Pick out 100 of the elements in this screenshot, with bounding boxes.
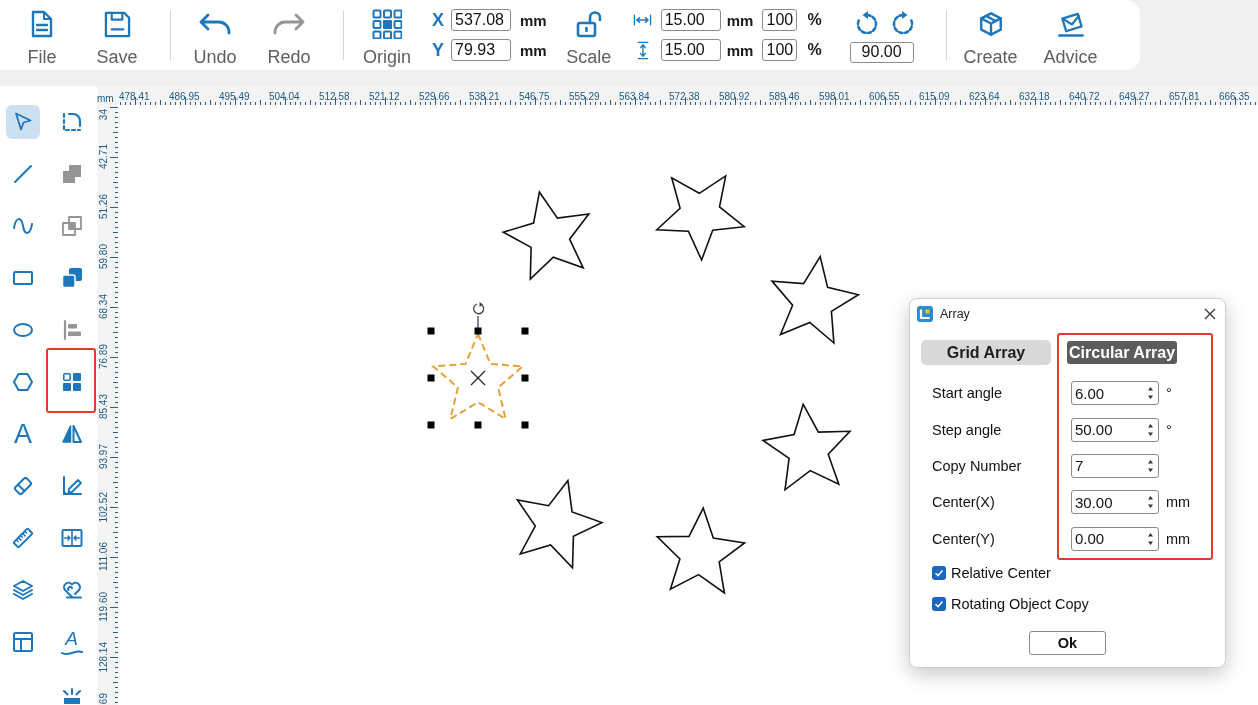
undo-button[interactable]: Undo bbox=[185, 0, 245, 70]
envelope-check-icon bbox=[1055, 10, 1086, 38]
ruler-label: 657.81 bbox=[1169, 91, 1200, 102]
resize-handle[interactable] bbox=[474, 421, 482, 429]
ruler-label: 555.29 bbox=[569, 91, 600, 102]
checkbox[interactable] bbox=[932, 596, 946, 611]
number-field[interactable]: 50.00 bbox=[1071, 417, 1159, 442]
resize-handle[interactable] bbox=[427, 374, 435, 382]
number-field[interactable]: 0.00 bbox=[1071, 526, 1159, 551]
advice-button[interactable]: Advice bbox=[1040, 0, 1101, 70]
ruler-label: 111.06 bbox=[98, 542, 109, 572]
ruler-label: 69 bbox=[98, 692, 109, 704]
tab[interactable]: Grid Array bbox=[921, 340, 1051, 365]
save-button[interactable]: Save bbox=[87, 0, 147, 70]
origin-button[interactable]: Origin bbox=[357, 0, 417, 70]
ruler-label: 615.09 bbox=[919, 91, 950, 102]
swoosh-icon bbox=[59, 647, 84, 656]
resize-handle[interactable] bbox=[474, 327, 482, 335]
ruler-unit: mm bbox=[97, 94, 114, 104]
ruler-label: 504.04 bbox=[269, 91, 300, 102]
ruler-label: 632.18 bbox=[1019, 91, 1050, 102]
ruler-label: 34 bbox=[98, 109, 109, 121]
grid-icon bbox=[372, 9, 402, 39]
app-logo-icon bbox=[917, 306, 933, 322]
ruler-label: 589.46 bbox=[769, 91, 800, 102]
ruler-label: 666.35 bbox=[1219, 91, 1250, 102]
ruler-label: 623.64 bbox=[969, 91, 1000, 102]
size-field[interactable]: 15.00 bbox=[660, 39, 721, 61]
ruler-label: 580.92 bbox=[719, 91, 750, 102]
field-label: Copy Number bbox=[931, 457, 1022, 474]
ruler-label: 606.55 bbox=[869, 91, 900, 102]
field-label: Center(Y) bbox=[931, 530, 995, 547]
ruler-label: 538.21 bbox=[469, 91, 500, 102]
field-label: Step angle bbox=[931, 421, 1002, 438]
tab[interactable]: Circular Array bbox=[1067, 341, 1178, 364]
resize-handle[interactable] bbox=[521, 327, 529, 335]
percent-field[interactable]: 100 bbox=[762, 9, 798, 31]
file-button[interactable]: File bbox=[12, 0, 72, 70]
tool-button[interactable]: A bbox=[54, 625, 89, 659]
coordinate-field[interactable]: 537.08 bbox=[451, 9, 511, 31]
coordinate-field[interactable]: 79.93 bbox=[451, 39, 511, 61]
ruler-label: 68.34 bbox=[98, 294, 109, 320]
create-button[interactable]: Create bbox=[960, 0, 1021, 70]
unit-label: mm bbox=[1166, 494, 1191, 511]
document-icon bbox=[31, 10, 53, 38]
ruler-label: 649.27 bbox=[1119, 91, 1150, 102]
rotation-field[interactable]: 90.00 bbox=[849, 41, 914, 63]
unit-label: ° bbox=[1166, 385, 1172, 402]
rotate-handle-icon[interactable] bbox=[473, 302, 485, 329]
ruler-label: 598.01 bbox=[819, 91, 850, 102]
percent-label: % bbox=[807, 11, 822, 29]
unit-label: ° bbox=[1166, 421, 1172, 438]
ruler-label: 51.26 bbox=[98, 194, 109, 220]
field-label: Center(X) bbox=[931, 494, 995, 511]
unit-label: mm bbox=[1166, 530, 1191, 547]
ruler-label: 85.43 bbox=[98, 394, 109, 420]
axis-label: X bbox=[431, 9, 445, 31]
scale-button[interactable]: Scale bbox=[560, 0, 617, 70]
ruler-label: 128.14 bbox=[98, 641, 109, 673]
ruler-label: 495.49 bbox=[219, 91, 250, 102]
ruler-label: 512.58 bbox=[319, 91, 350, 102]
number-field[interactable]: 6.00 bbox=[1071, 381, 1159, 406]
ruler-label: 119.60 bbox=[98, 592, 109, 622]
ruler-label: 486.95 bbox=[169, 91, 200, 102]
ruler-label: 563.84 bbox=[619, 91, 650, 102]
center-cross-icon bbox=[470, 370, 486, 386]
resize-handle[interactable] bbox=[427, 327, 435, 335]
ruler-label: 102.52 bbox=[98, 491, 109, 523]
ruler-label: 93.97 bbox=[98, 444, 109, 470]
ruler-label: 42.71 bbox=[98, 144, 109, 170]
percent-field[interactable]: 100 bbox=[762, 39, 798, 61]
ok-button[interactable]: Ok bbox=[1029, 630, 1106, 655]
unit-label: mm bbox=[520, 11, 547, 29]
unit-label: mm bbox=[726, 11, 754, 29]
ruler-label: 529.66 bbox=[419, 91, 450, 102]
checkbox-label[interactable]: Rotating Object Copy bbox=[951, 595, 1089, 612]
checkbox-label[interactable]: Relative Center bbox=[951, 564, 1051, 581]
resize-handle[interactable] bbox=[521, 374, 529, 382]
ruler-label: 59.80 bbox=[98, 244, 109, 270]
checkbox[interactable] bbox=[932, 565, 946, 580]
dialog-title: Array bbox=[940, 307, 971, 321]
unit-label: mm bbox=[726, 41, 754, 59]
ruler-label: 572.38 bbox=[669, 91, 700, 102]
resize-handle[interactable] bbox=[521, 421, 529, 429]
ruler-label: 76.89 bbox=[98, 344, 109, 370]
number-field[interactable]: 30.00 bbox=[1071, 490, 1159, 515]
unit-label: mm bbox=[520, 41, 547, 59]
ruler-label: 478.41 bbox=[119, 91, 150, 102]
number-field[interactable]: 7 bbox=[1071, 453, 1159, 478]
field-label: Start angle bbox=[931, 385, 1003, 402]
ruler-label: 546.75 bbox=[519, 91, 550, 102]
height-arrows-icon bbox=[635, 40, 650, 60]
cube-icon bbox=[977, 10, 1004, 38]
size-field[interactable]: 15.00 bbox=[660, 9, 721, 31]
resize-handle[interactable] bbox=[427, 421, 435, 429]
close-icon[interactable] bbox=[1204, 308, 1216, 320]
ruler-label: 521.12 bbox=[369, 91, 400, 102]
axis-label: Y bbox=[431, 39, 445, 61]
tool-button[interactable]: A bbox=[6, 417, 40, 451]
percent-label: % bbox=[807, 41, 822, 59]
